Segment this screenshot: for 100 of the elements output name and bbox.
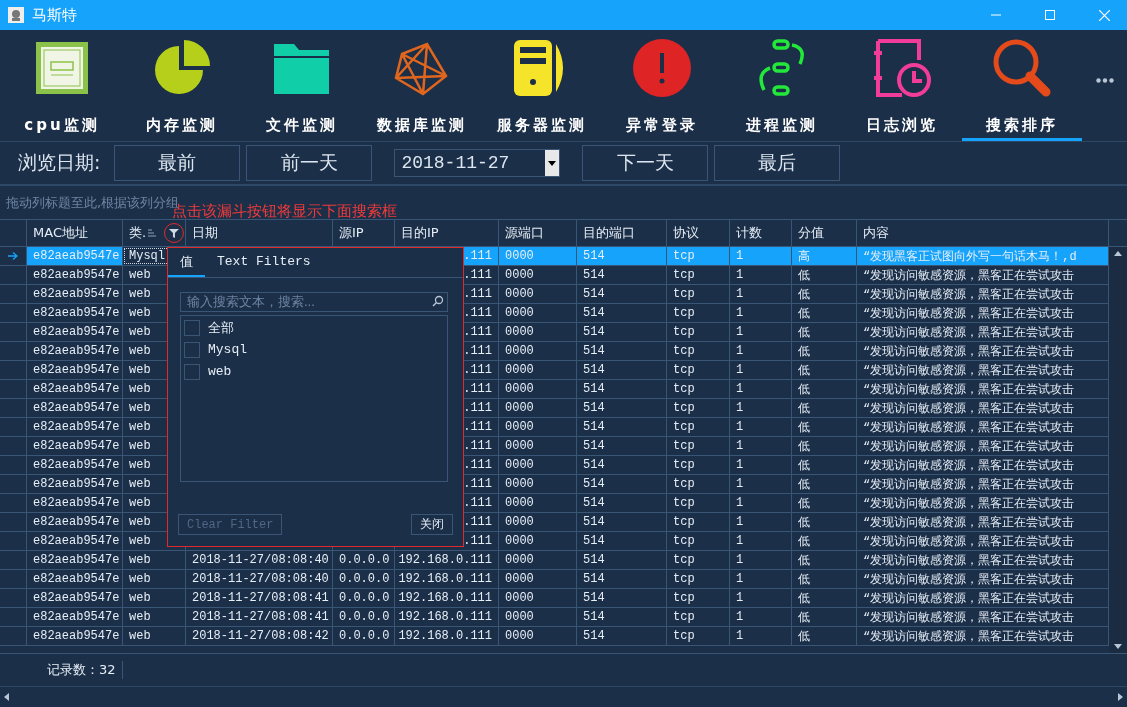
table-cell: 192.168.0.111 [395,608,499,626]
nav-button[interactable]: 前一天 [246,145,373,181]
filter-icon[interactable] [163,222,185,244]
more-icon[interactable] [1095,78,1114,83]
table-cell: 0000 [499,456,577,474]
table-cell: tcp [667,323,730,341]
date-label: 浏览日期: [18,150,101,175]
search-field[interactable]: 输入搜索文本，搜索... [180,291,448,312]
table-cell: web [123,627,186,645]
table-cell: 0.0.0.0 [333,589,395,607]
table-cell: 1 [730,399,792,417]
table-cell: tcp [667,589,730,607]
toolbar-tab[interactable]: 搜索排序 [962,30,1082,141]
table-cell: 1 [730,627,792,645]
table-cell: 低 [792,513,857,531]
table-cell: 1 [730,266,792,284]
nav-button[interactable]: 最前 [114,145,241,181]
table-cell: 0.0.0.0 [333,570,395,588]
checkbox[interactable] [184,341,200,358]
table-cell: e82aeab9547e [27,437,123,455]
table-cell: 514 [577,456,667,474]
table-cell: 514 [577,437,667,455]
table-cell: 192.168.0.111 [395,589,499,607]
table-cell: e82aeab9547e [27,456,123,474]
table-cell: 0000 [499,418,577,436]
scroll-up-icon[interactable] [1114,251,1122,256]
table-cell: 低 [792,418,857,436]
table-cell: 0000 [499,342,577,360]
option-label[interactable]: web [208,364,232,379]
scroll-down-icon[interactable] [1114,644,1122,649]
sort-icon[interactable] [148,228,158,238]
table-cell: web [123,570,186,588]
table-cell: 514 [577,342,667,360]
table-cell: tcp [667,342,730,360]
nav-button[interactable]: 最后 [714,145,841,181]
checkbox[interactable] [184,319,200,336]
table-cell: 2018-11-27/08:08:41 [186,589,333,607]
column-header[interactable]: 目的IP [401,224,439,242]
toolbar-tab[interactable]: 文件监测 [242,30,362,141]
table-cell: tcp [667,627,730,645]
table-cell: 514 [577,475,667,493]
table-cell: 514 [577,418,667,436]
table-cell: 1 [730,570,792,588]
table-cell: 514 [577,551,667,569]
scroll-right-icon[interactable] [1118,693,1123,701]
table-cell: 1 [730,551,792,569]
table-cell: tcp [667,608,730,626]
table-cell: 低 [792,627,857,645]
table-cell: e82aeab9547e [27,323,123,341]
table-cell: 514 [577,266,667,284]
vertical-scrollbar[interactable] [1109,247,1127,653]
table-cell: 1 [730,247,792,265]
column-header[interactable]: 日期 [192,224,218,242]
toolbar-tab[interactable]: 内存监测 [122,30,242,141]
table-cell: 低 [792,570,857,588]
option-label[interactable]: Mysql [208,342,247,357]
table-cell: 低 [792,475,857,493]
table-cell: 0000 [499,475,577,493]
column-header[interactable]: 内容 [863,224,889,242]
toolbar-tab[interactable]: 进程监测 [722,30,842,141]
table-cell: 低 [792,304,857,322]
table-cell: web [123,608,186,626]
table-cell: web [123,589,186,607]
toolbar-tab[interactable]: 日志浏览 [842,30,962,141]
table-cell: 1 [730,361,792,379]
table-cell: 低 [792,494,857,512]
date-combo[interactable]: 2018-11-27 [394,149,561,177]
toolbar-tab[interactable]: cpu监测 [2,30,122,141]
column-header[interactable]: 目的端口 [583,224,635,242]
table-cell: 0000 [499,608,577,626]
table-cell: e82aeab9547e [27,513,123,531]
close-icon [1098,9,1110,21]
table-cell: “发现黑客正试图向外写一句话木马！,d [857,247,1109,265]
table-cell: 低 [792,437,857,455]
filter-tab[interactable]: Text Filters [205,248,323,277]
toolbar-tab[interactable]: 数据库监测 [362,30,482,141]
toolbar-tab[interactable]: 服务器监测 [482,30,602,141]
column-header[interactable]: 协议 [673,224,699,242]
column-header[interactable]: 计数 [736,224,762,242]
nav-button[interactable]: 下一天 [582,145,709,181]
close-popup-button[interactable]: 关闭 [411,514,453,535]
table-cell: e82aeab9547e [27,361,123,379]
table-cell: 2018-11-27/08:08:40 [186,570,333,588]
table-cell: 1 [730,456,792,474]
column-header[interactable]: MAC地址 [33,224,88,242]
option-label[interactable]: 全部 [208,318,234,337]
column-header[interactable]: 源IP [339,224,364,242]
table-cell: 514 [577,323,667,341]
table-cell: 0000 [499,380,577,398]
table-cell: tcp [667,304,730,322]
column-header[interactable]: 分值 [798,224,824,242]
checkbox[interactable] [184,363,200,380]
column-header[interactable]: 类. [129,224,147,242]
table-cell: 低 [792,551,857,569]
table-cell: tcp [667,532,730,550]
toolbar-tab[interactable]: 异常登录 [602,30,722,141]
table-cell: tcp [667,475,730,493]
table-cell: e82aeab9547e [27,380,123,398]
column-header[interactable]: 源端口 [505,224,544,242]
scroll-left-icon[interactable] [4,693,9,701]
